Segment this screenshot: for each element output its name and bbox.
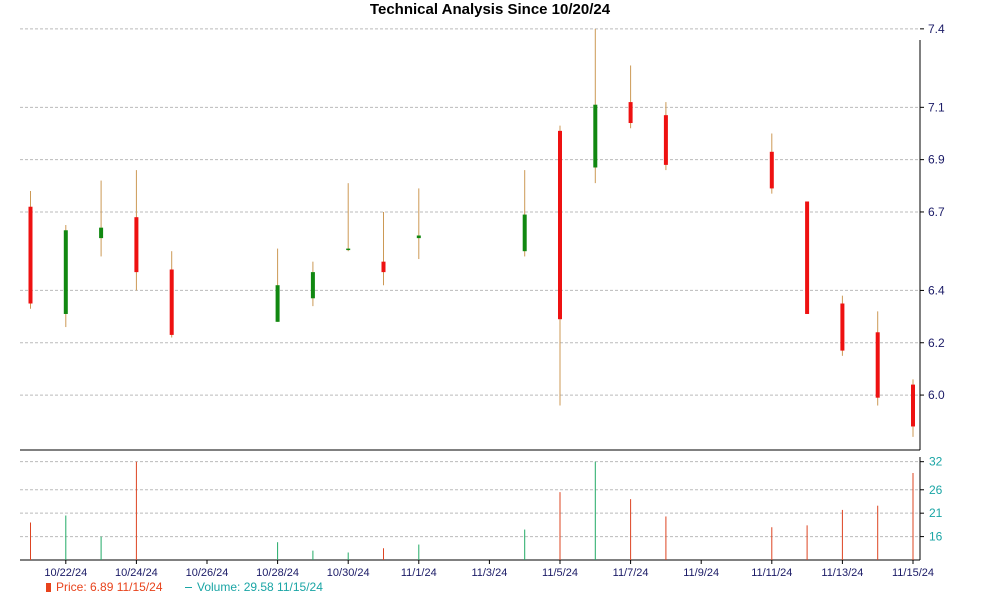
candle-body <box>628 102 633 124</box>
candle-body <box>310 272 315 299</box>
candle-body <box>63 230 68 314</box>
x-tick-label: 11/13/24 <box>821 567 863 579</box>
price-legend: Price: 6.89 11/15/24 <box>46 580 163 594</box>
x-tick-label: 11/15/24 <box>892 567 934 579</box>
volume-tick-label: 26 <box>929 483 943 497</box>
candle-body <box>593 104 598 168</box>
price-tick-label: 6.0 <box>928 388 945 402</box>
price-tick-label: 7.4 <box>928 22 945 36</box>
price-tick-label: 6.9 <box>928 153 945 167</box>
candle-body <box>346 248 351 251</box>
price-legend-label: Price: 6.89 11/15/24 <box>56 580 163 594</box>
x-tick-label: 10/28/24 <box>256 567 299 579</box>
candle-body <box>840 303 845 351</box>
candle-body <box>663 115 668 165</box>
x-tick-label: 11/7/24 <box>613 567 649 579</box>
x-tick-label: 10/30/24 <box>327 567 370 579</box>
candle-body <box>769 151 774 189</box>
candle-body <box>558 130 562 320</box>
x-tick-label: 11/11/24 <box>751 567 792 579</box>
price-legend-swatch-icon <box>46 583 51 592</box>
candle-body <box>28 206 33 304</box>
volume-tick-label: 32 <box>929 455 943 469</box>
price-tick-label: 7.1 <box>928 100 945 114</box>
volume-legend-swatch-icon <box>185 587 192 588</box>
x-tick-label: 10/22/24 <box>44 567 87 579</box>
candle-body <box>275 285 280 322</box>
volume-tick-label: 16 <box>929 530 943 544</box>
x-tick-label: 10/24/24 <box>115 567 158 579</box>
candle-body <box>134 217 139 273</box>
candle-body <box>169 269 174 335</box>
candlestick-chart: 6.0 6.2 6.4 6.7 6.9 7.1 7.4 16 21 26 32 10/22/24 10/… <box>20 22 945 579</box>
x-tick-label: 10/26/24 <box>186 567 229 579</box>
candle-body <box>875 332 880 398</box>
candle-body <box>416 235 421 239</box>
price-tick-label: 6.4 <box>928 283 945 297</box>
x-tick-label: 11/5/24 <box>542 567 578 579</box>
price-tick-label: 6.7 <box>928 205 945 219</box>
x-tick-label: 11/9/24 <box>683 567 719 579</box>
volume-legend: Volume: 29.58 11/15/24 <box>185 580 323 594</box>
candle-body <box>99 227 104 239</box>
price-tick-label: 6.2 <box>928 336 945 350</box>
candle-body <box>805 201 810 314</box>
x-tick-label: 11/3/24 <box>471 567 507 579</box>
candle-body <box>381 261 386 273</box>
volume-legend-label: Volume: 29.58 11/15/24 <box>197 580 323 594</box>
x-tick-label: 11/1/24 <box>401 567 437 579</box>
volume-tick-label: 21 <box>929 506 943 520</box>
candle-body <box>522 214 527 252</box>
candle-body <box>911 384 915 427</box>
